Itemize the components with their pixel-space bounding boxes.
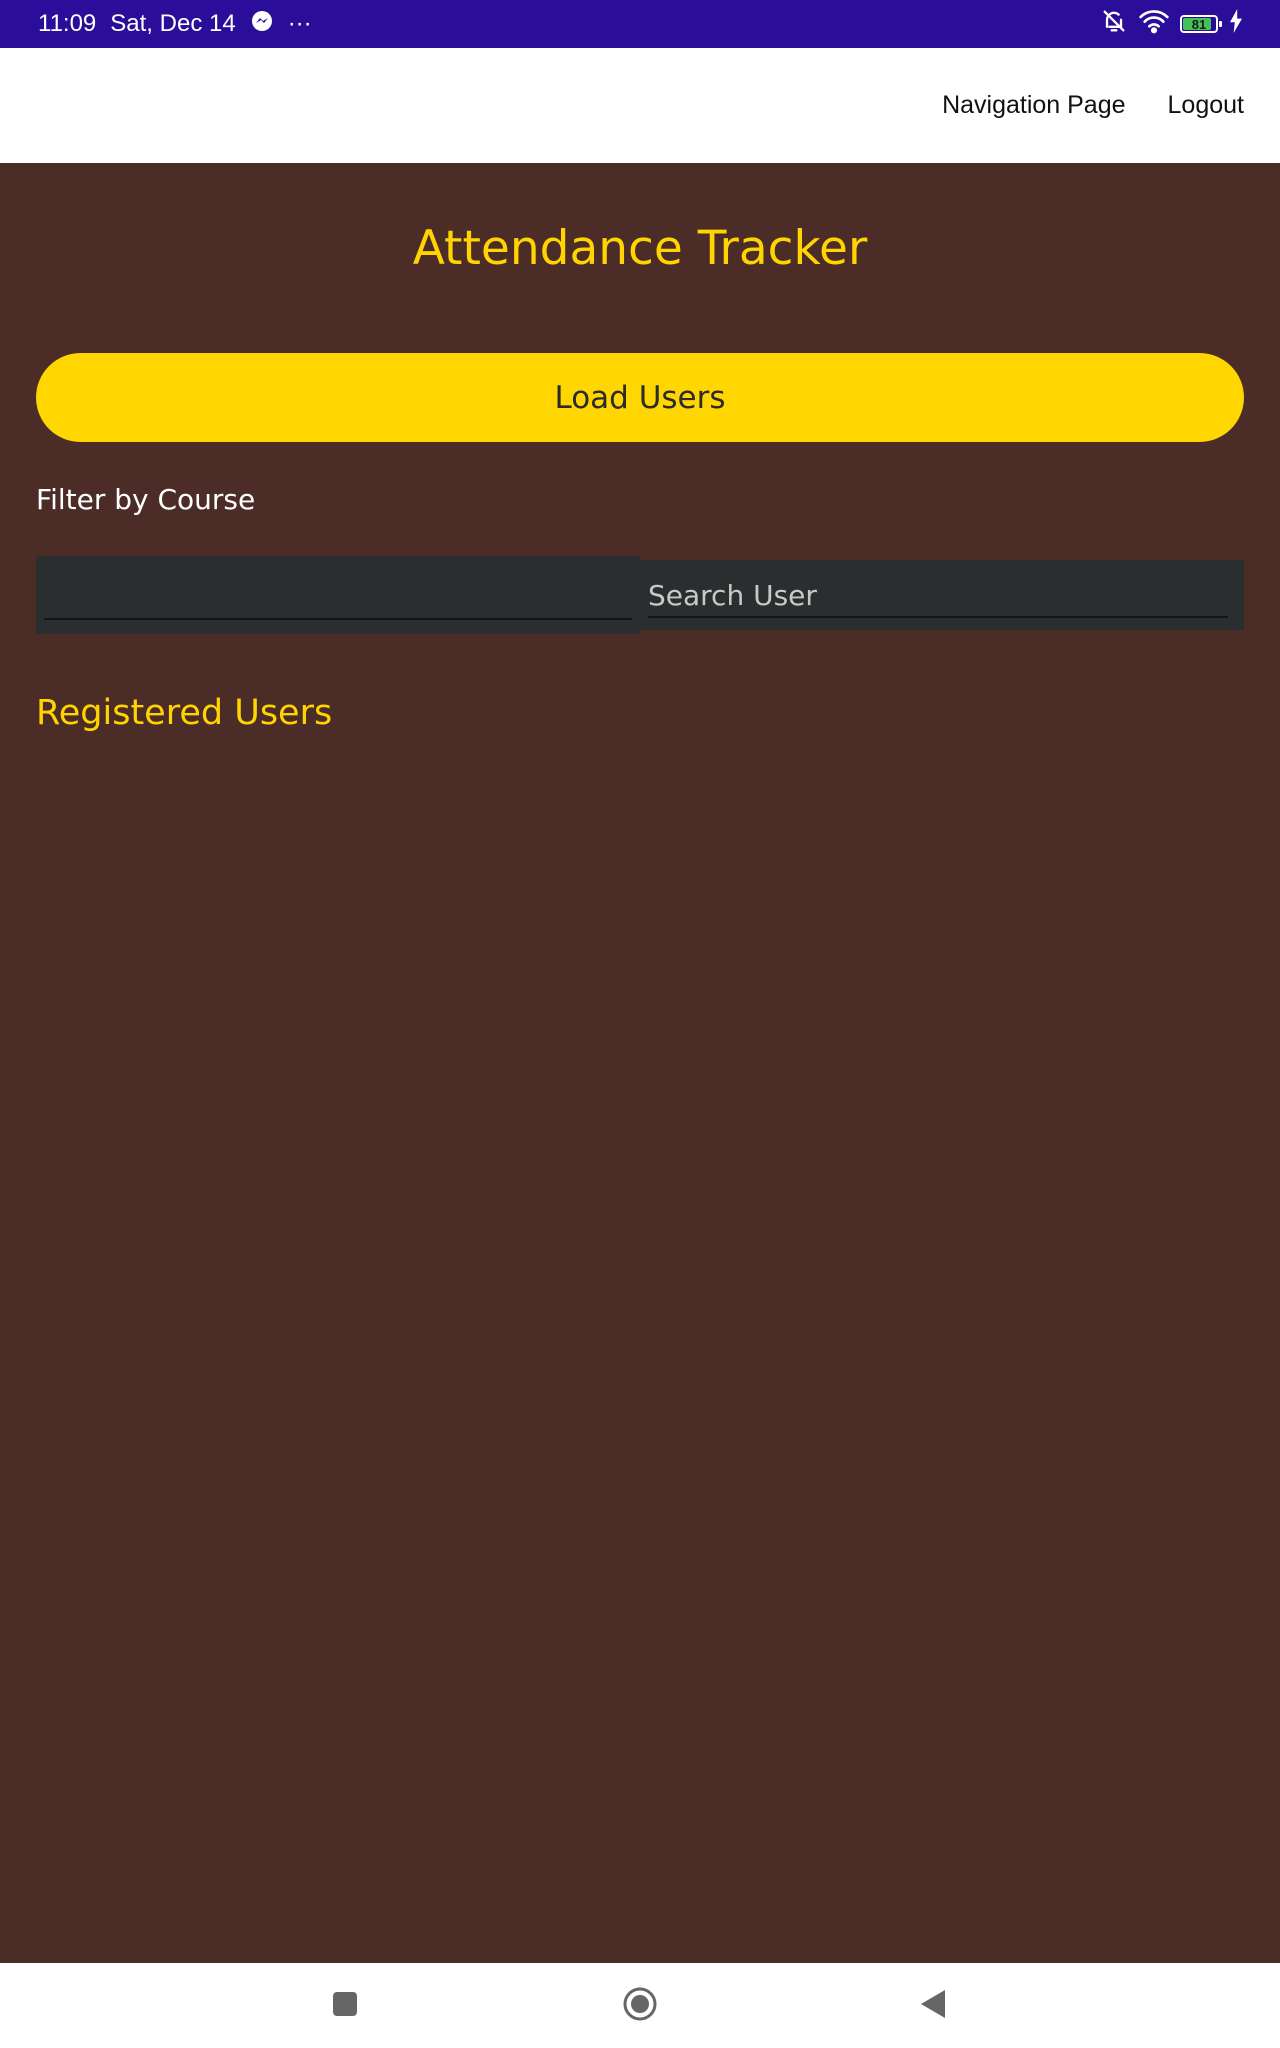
course-select-underline <box>44 618 632 620</box>
search-user-container <box>640 560 1244 630</box>
system-nav-bar <box>0 1963 1280 2048</box>
wifi-icon <box>1138 7 1170 42</box>
home-button[interactable] <box>595 1963 685 2048</box>
recents-icon <box>331 1990 359 2022</box>
filter-row <box>36 556 1244 634</box>
back-icon <box>919 1988 947 2024</box>
home-icon <box>622 1986 658 2026</box>
registered-users-heading: Registered Users <box>36 693 333 733</box>
battery-icon: 81 <box>1180 15 1222 33</box>
search-user-input[interactable] <box>648 560 1228 618</box>
recents-button[interactable] <box>300 1963 390 2048</box>
back-button[interactable] <box>888 1963 978 2048</box>
status-left: 11:09 Sat, Dec 14 ··· <box>38 0 312 48</box>
status-right: 81 <box>1100 0 1244 48</box>
filter-by-course-label: Filter by Course <box>36 483 256 516</box>
messenger-icon <box>250 9 274 40</box>
navigation-page-link[interactable]: Navigation Page <box>942 91 1125 120</box>
bell-off-icon <box>1100 7 1128 42</box>
app-bar-links: Navigation Page Logout <box>942 48 1244 163</box>
status-bar: 11:09 Sat, Dec 14 ··· 81 <box>0 0 1280 48</box>
status-time: 11:09 <box>38 10 97 37</box>
status-date: Sat, Dec 14 <box>110 10 236 37</box>
load-users-button[interactable]: Load Users <box>36 353 1244 442</box>
app-bar: Navigation Page Logout <box>0 48 1280 163</box>
more-notifications-icon: ··· <box>287 10 312 37</box>
logout-link[interactable]: Logout <box>1168 91 1244 120</box>
charging-icon <box>1228 8 1244 40</box>
page-title: Attendance Tracker <box>412 221 868 276</box>
battery-level: 81 <box>1191 16 1207 32</box>
course-select[interactable] <box>36 556 640 634</box>
